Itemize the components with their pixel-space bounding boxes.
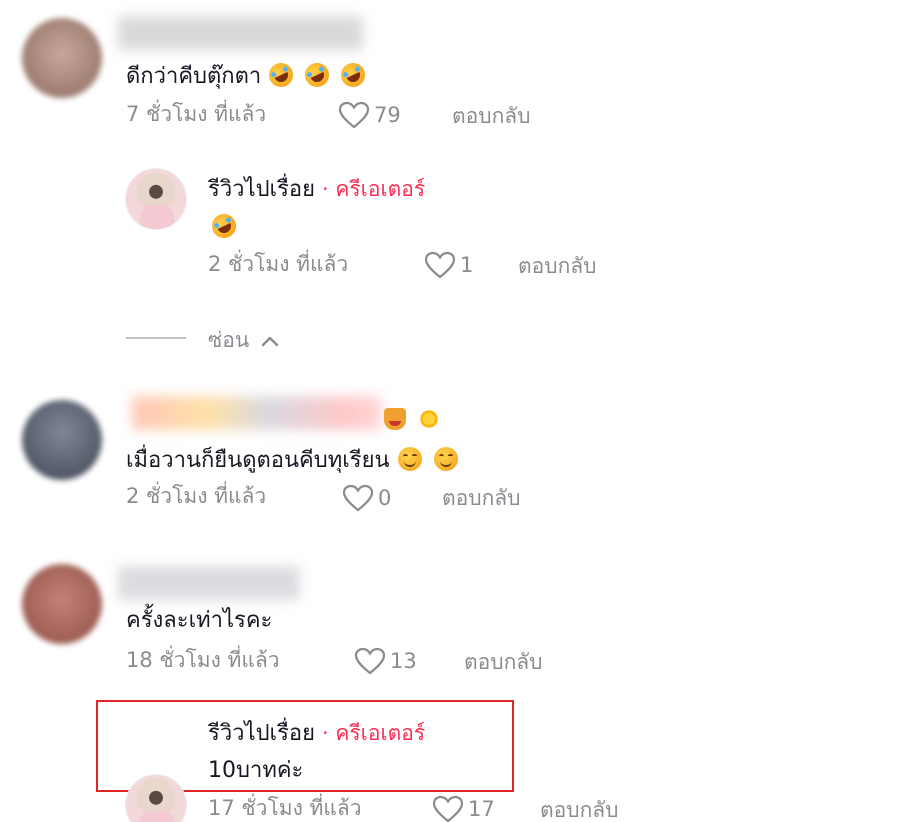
heart-icon [338, 101, 370, 129]
like-button[interactable]: 79 [338, 101, 401, 129]
heart-icon [432, 795, 464, 822]
creator-name-line: รีวิวไปเรื่อย · ครีเอเตอร์ [208, 718, 425, 749]
creator-avatar[interactable] [125, 168, 187, 230]
reply-time: 17 ชั่วโมง ที่แล้ว [208, 796, 362, 820]
reply-text: 10บาทค่ะ [208, 758, 304, 783]
creator-name[interactable]: รีวิวไปเรื่อย [208, 721, 315, 746]
commenter-avatar[interactable] [22, 18, 102, 98]
creator-name-line: รีวิวไปเรื่อย · ครีเอเตอร์ [208, 174, 425, 205]
chevron-up-icon [262, 336, 279, 346]
like-count: 13 [390, 649, 417, 673]
like-count: 1 [460, 253, 474, 277]
heart-icon [342, 484, 374, 512]
like-button[interactable]: 1 [424, 251, 473, 279]
commenter-name-blurred[interactable] [118, 16, 363, 50]
reply-button[interactable]: ตอบกลับ [442, 482, 521, 515]
heart-icon [424, 251, 456, 279]
comment-time: 18 ชั่วโมง ที่แล้ว [126, 648, 280, 672]
comment-body: เมื่อวานก็ยืนดูตอนคีบทุเรียน [126, 448, 390, 473]
rofl-emoji [208, 210, 240, 242]
hide-replies-toggle[interactable]: ซ่อน [208, 324, 279, 357]
reply-button[interactable]: ตอบกลับ [452, 100, 531, 133]
reply-button[interactable]: ตอบกลับ [464, 646, 543, 679]
hide-label: ซ่อน [208, 328, 250, 352]
sun-emoji [418, 408, 440, 430]
like-count: 17 [468, 797, 495, 821]
reply-emoji-line [204, 210, 240, 242]
comment-text: ครั้งละเท่าไรคะ [126, 608, 273, 633]
comment-time: 7 ชั่วโมง ที่แล้ว [126, 102, 267, 126]
comment-body: ดีกว่าคีบตุ๊กตา [126, 64, 262, 89]
commenter-name-blurred[interactable] [132, 396, 382, 430]
smile-emoji [433, 447, 458, 471]
comment-text: เมื่อวานก็ยืนดูตอนคีบทุเรียน [126, 446, 458, 476]
creator-badge: · ครีเอเตอร์ [322, 721, 426, 745]
like-count: 79 [374, 103, 401, 127]
name-emoji-line [384, 408, 440, 431]
rofl-emoji [337, 59, 370, 91]
like-count: 0 [378, 486, 392, 510]
commenter-name-blurred[interactable] [118, 566, 300, 600]
reply-button[interactable]: ตอบกลับ [518, 250, 597, 283]
like-button[interactable]: 13 [354, 647, 417, 675]
divider-line [126, 337, 186, 339]
rofl-emoji [301, 59, 334, 91]
like-button[interactable]: 17 [432, 795, 495, 822]
commenter-avatar[interactable] [22, 564, 102, 644]
heart-icon [354, 647, 386, 675]
comment-time: 2 ชั่วโมง ที่แล้ว [126, 484, 267, 508]
commenter-avatar[interactable] [22, 400, 102, 480]
creator-badge: · ครีเอเตอร์ [322, 177, 426, 201]
cat-emoji [384, 408, 406, 430]
like-button[interactable]: 0 [342, 484, 391, 512]
smile-emoji [397, 447, 422, 471]
comment-text: ดีกว่าคีบตุ๊กตา [126, 59, 370, 92]
rofl-emoji [265, 59, 298, 91]
reply-time: 2 ชั่วโมง ที่แล้ว [208, 252, 349, 276]
reply-button[interactable]: ตอบกลับ [540, 794, 619, 822]
creator-name[interactable]: รีวิวไปเรื่อย [208, 177, 315, 202]
